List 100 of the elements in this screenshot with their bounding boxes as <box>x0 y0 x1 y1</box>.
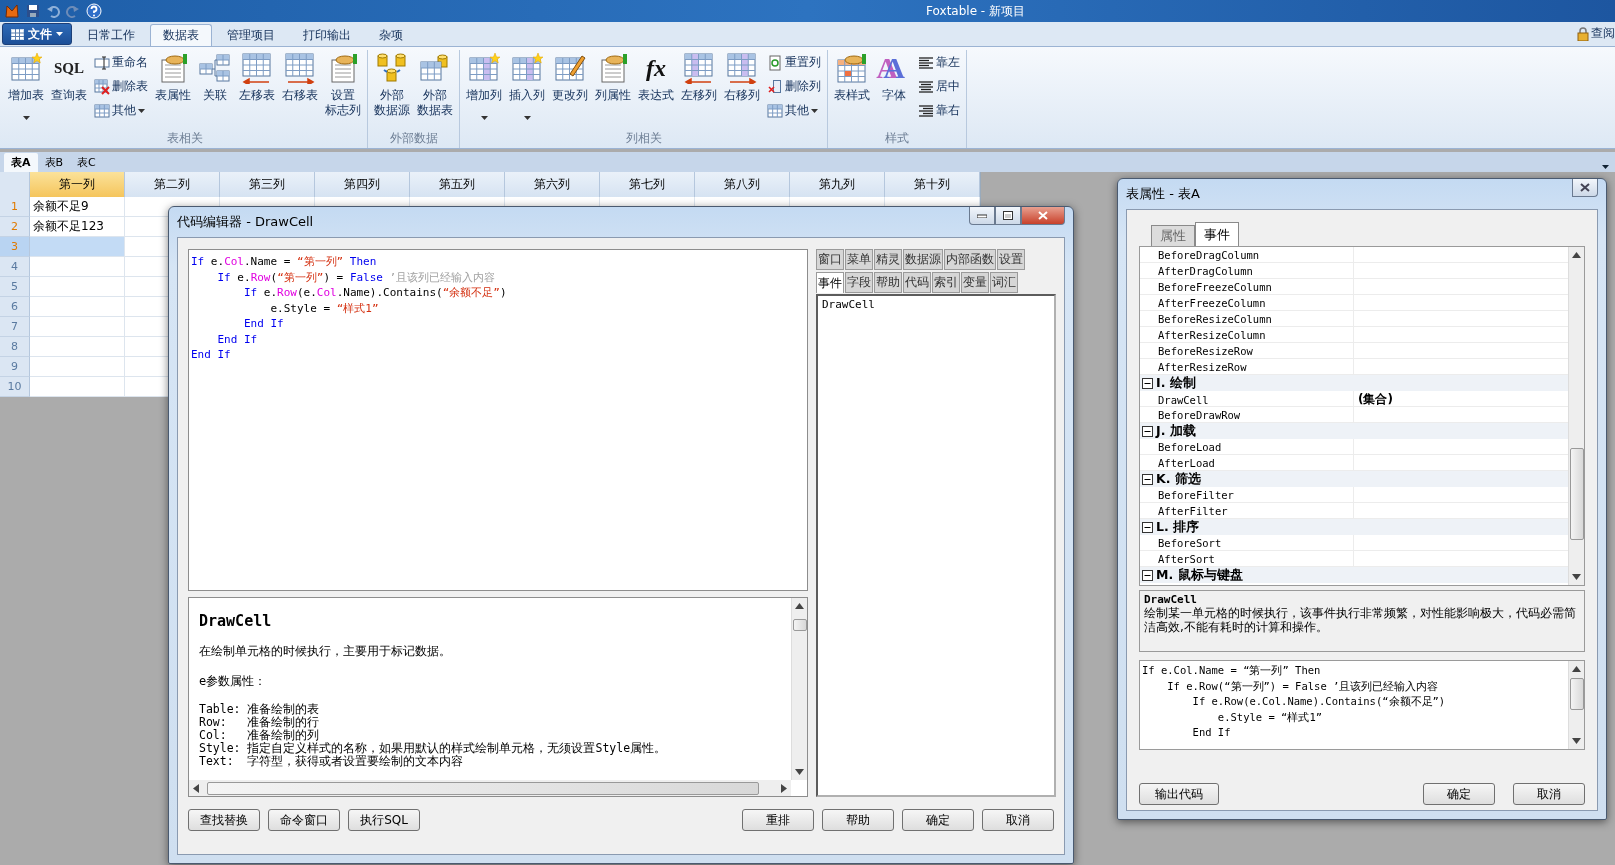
ribbon-button[interactable]: 更改列 <box>549 50 591 130</box>
ribbon-button[interactable]: 关联 <box>195 50 235 130</box>
dialog-button[interactable]: 取消 <box>982 809 1054 831</box>
save-icon[interactable] <box>26 4 40 18</box>
property-name[interactable]: AfterResizeRow <box>1156 359 1354 374</box>
ribbon-button[interactable]: 左移表 <box>236 50 278 130</box>
tab[interactable]: 属性 <box>1151 225 1195 246</box>
panel-tab[interactable]: 索引 <box>932 272 960 293</box>
ribbon-button[interactable]: SQL 查询表 <box>48 50 90 130</box>
column-header[interactable]: 第三列 <box>220 172 315 198</box>
ribbon-button[interactable]: 表样式 <box>831 50 873 130</box>
row-header[interactable]: 7 <box>0 317 30 337</box>
row-header[interactable]: 4 <box>0 257 30 277</box>
scrollbar[interactable] <box>1568 661 1584 749</box>
row-header[interactable]: 6 <box>0 297 30 317</box>
minimize-button[interactable] <box>969 207 995 225</box>
ribbon-button[interactable]: 其他 <box>764 100 824 121</box>
panel-tab[interactable]: 内部函数 <box>944 249 996 270</box>
panel-tab[interactable]: 代码 <box>903 272 931 293</box>
panel-tab[interactable]: 精灵 <box>874 249 902 270</box>
ribbon-button[interactable]: 外部 数据源 <box>371 50 413 130</box>
dialog-button[interactable]: 执行SQL <box>348 809 420 831</box>
dialog-button[interactable]: 重排 <box>742 809 814 831</box>
ribbon-button[interactable]: 居中 <box>915 76 963 97</box>
tab[interactable]: 事件 <box>1195 222 1239 246</box>
ribbon-button[interactable]: 增加表 <box>5 50 47 130</box>
ribbon-button[interactable]: 靠左 <box>915 52 963 73</box>
scroll-down-icon[interactable] <box>795 769 804 775</box>
scrollbar[interactable] <box>791 598 807 780</box>
ribbon-tab[interactable]: 杂项 <box>366 24 416 46</box>
column-header[interactable]: 第九列 <box>790 172 885 198</box>
scrollbar-thumb[interactable] <box>207 781 759 795</box>
property-name[interactable]: DrawCell <box>1156 391 1354 408</box>
property-name[interactable]: BeforeFreezeColumn <box>1156 279 1354 294</box>
column-header[interactable]: 第六列 <box>505 172 600 198</box>
ribbon-button[interactable]: 外部 数据表 <box>414 50 456 130</box>
scroll-up-icon[interactable] <box>1572 252 1581 258</box>
row-header[interactable]: 9 <box>0 357 30 377</box>
ribbon-button[interactable]: 列属性 <box>592 50 634 130</box>
ribbon-button[interactable]: 表属性 <box>152 50 194 130</box>
ribbon-button[interactable]: 右移列 <box>721 50 763 130</box>
ribbon-button[interactable]: 重置列 <box>764 52 824 73</box>
lock-link[interactable]: 查阅 <box>1591 25 1615 42</box>
column-header[interactable]: 第七列 <box>600 172 695 198</box>
ribbon-button[interactable]: fx 表达式 <box>635 50 677 130</box>
ribbon-tab[interactable]: 管理项目 <box>214 24 288 46</box>
ribbon-button[interactable]: 增加列 <box>463 50 505 130</box>
close-button[interactable] <box>1572 179 1598 197</box>
ribbon-tab[interactable]: 数据表 <box>150 24 212 46</box>
dialog-button[interactable]: 确定 <box>1423 783 1495 805</box>
dialog-button[interactable]: 命令窗口 <box>268 809 340 831</box>
row-header[interactable]: 10 <box>0 377 30 397</box>
close-button[interactable] <box>1021 207 1065 225</box>
property-name[interactable]: AfterResizeColumn <box>1156 327 1354 342</box>
panel-tab[interactable]: 字段 <box>845 272 873 293</box>
dialog-button[interactable]: 取消 <box>1513 783 1585 805</box>
scroll-up-icon[interactable] <box>795 603 804 609</box>
column-header[interactable]: 第八列 <box>695 172 790 198</box>
panel-tab[interactable]: 窗口 <box>816 249 844 270</box>
scroll-down-icon[interactable] <box>1572 574 1581 580</box>
undo-icon[interactable] <box>46 4 60 18</box>
sheet-tab[interactable]: 表A <box>4 153 38 172</box>
ribbon-button[interactable]: 设置 标志列 <box>322 50 364 130</box>
ribbon-tab[interactable]: 日常工作 <box>74 24 148 46</box>
property-name[interactable]: AfterFreezeColumn <box>1156 295 1354 310</box>
property-name[interactable]: BeforeFilter <box>1156 487 1354 502</box>
column-header[interactable]: 第五列 <box>410 172 505 198</box>
panel-tab[interactable]: 数据源 <box>903 249 943 270</box>
panel-tab[interactable]: 词汇 <box>990 272 1018 293</box>
scrollbar[interactable] <box>1568 247 1584 585</box>
scroll-up-icon[interactable] <box>1572 666 1581 672</box>
code-editor[interactable]: If e.Col.Name = “第一列” Then If e.Row(“第一列”) = False ’且该列已经输入内容 If e.Row(e.Col.Name).Contains(“余额不足”) e.Style = “样式1” End If End If End If <box>188 249 808 591</box>
scrollbar-thumb[interactable] <box>792 619 807 631</box>
property-name[interactable]: AfterDragColumn <box>1156 263 1354 278</box>
collapse-icon[interactable] <box>1142 521 1153 533</box>
ribbon-button[interactable]: 其他 <box>91 100 151 121</box>
property-name[interactable]: BeforeResizeRow <box>1156 343 1354 358</box>
scrollbar[interactable] <box>189 780 791 796</box>
collapse-icon[interactable] <box>1142 377 1153 389</box>
property-name[interactable]: BeforeSort <box>1156 535 1354 550</box>
column-header[interactable]: 第十列 <box>885 172 980 198</box>
property-name[interactable]: AfterSort <box>1156 551 1354 566</box>
dialog-button[interactable]: 输出代码 <box>1139 783 1219 805</box>
collapse-icon[interactable] <box>1142 569 1153 581</box>
column-header[interactable]: 第一列 <box>30 172 125 198</box>
dialog-button[interactable]: 确定 <box>902 809 974 831</box>
ribbon-button[interactable]: 删除列 <box>764 76 824 97</box>
column-header[interactable]: 第二列 <box>125 172 220 198</box>
column-header[interactable]: 第四列 <box>315 172 410 198</box>
ribbon-button[interactable]: 重命名 <box>91 52 151 73</box>
dialog-button[interactable]: 帮助 <box>822 809 894 831</box>
property-name[interactable]: BeforeDrawRow <box>1156 407 1354 422</box>
scroll-down-icon[interactable] <box>1572 738 1581 744</box>
scroll-left-icon[interactable] <box>193 783 199 793</box>
ribbon-button[interactable]: 删除表 <box>91 76 151 97</box>
row-header[interactable]: 5 <box>0 277 30 297</box>
dialog-button[interactable]: 查找替换 <box>188 809 260 831</box>
panel-tab[interactable]: 帮助 <box>874 272 902 293</box>
scroll-right-icon[interactable] <box>781 783 787 793</box>
help-icon[interactable] <box>86 3 102 19</box>
